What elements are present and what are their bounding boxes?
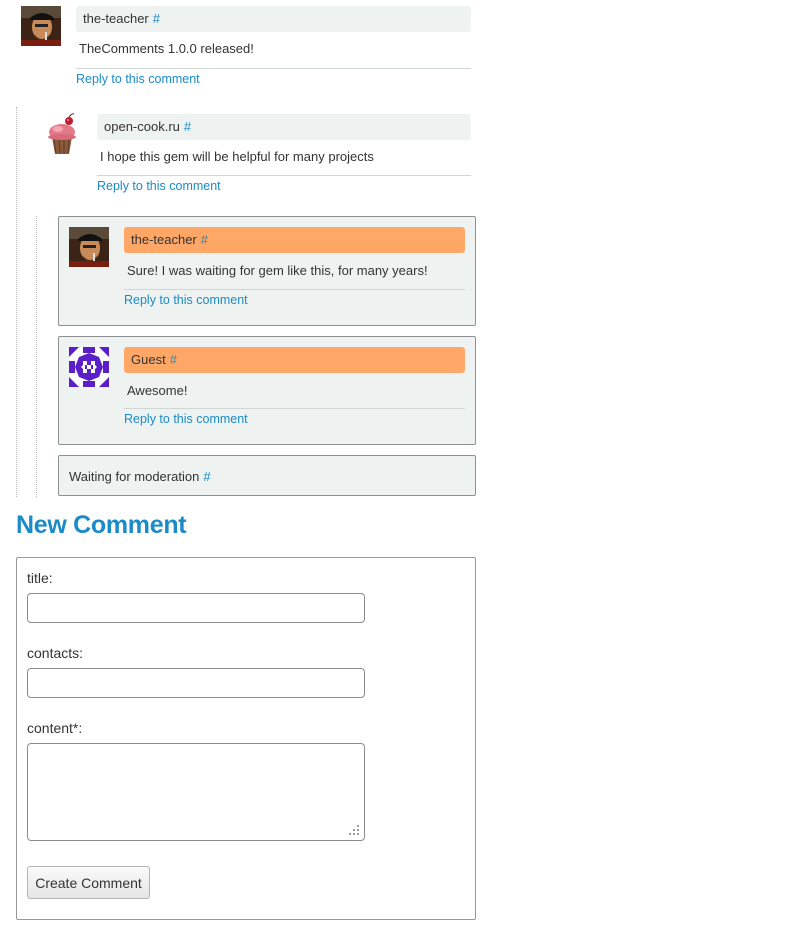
reply-link[interactable]: Reply to this comment: [124, 412, 248, 426]
comment-anchor-link[interactable]: #: [153, 11, 160, 26]
avatar: [69, 347, 109, 387]
comment-anchor-link[interactable]: #: [184, 119, 191, 134]
comment-text: I hope this gem will be helpful for many…: [100, 149, 374, 164]
comment-author: Guest: [131, 352, 166, 367]
teacher-avatar-icon: [21, 6, 61, 46]
avatar: [21, 6, 61, 46]
comment-text: Sure! I was waiting for gem like this, f…: [127, 263, 428, 278]
cupcake-avatar-icon: [48, 113, 76, 154]
title-input[interactable]: [27, 593, 365, 623]
comment-author: the-teacher: [83, 11, 149, 26]
moderation-text: Waiting for moderation: [69, 469, 200, 484]
contacts-label: contacts:: [27, 645, 84, 661]
avatar: [42, 113, 82, 154]
comment-author-bar: open-cook.ru #: [97, 114, 471, 140]
reply-link[interactable]: Reply to this comment: [97, 179, 221, 193]
moderation-notice: Waiting for moderation #: [58, 455, 476, 496]
comment-author: open-cook.ru: [104, 119, 180, 134]
moderation-anchor-link[interactable]: #: [203, 469, 210, 484]
contacts-input[interactable]: [27, 668, 365, 698]
comment-anchor-link[interactable]: #: [201, 232, 208, 247]
new-comment-heading: New Comment: [16, 511, 187, 539]
avatar: [69, 227, 109, 267]
comment-author-bar: the-teacher #: [76, 6, 471, 32]
comment-text: TheComments 1.0.0 released!: [79, 41, 254, 56]
comment-item: the-teacher # TheComments 1.0.0 released!…: [0, 0, 480, 90]
comment-author-bar: the-teacher #: [124, 227, 465, 253]
comment-author: the-teacher: [131, 232, 197, 247]
comment-author-bar: Guest #: [124, 347, 465, 373]
comment-anchor-link[interactable]: #: [170, 352, 177, 367]
divider: [124, 289, 465, 290]
divider: [76, 68, 471, 69]
divider: [124, 408, 465, 409]
reply-link[interactable]: Reply to this comment: [76, 72, 200, 86]
comment-item: the-teacher # Sure! I was waiting for gem…: [58, 216, 476, 326]
create-comment-button[interactable]: Create Comment: [27, 866, 150, 899]
teacher-avatar-icon: [69, 227, 109, 267]
moderation-text-row: Waiting for moderation #: [69, 469, 211, 484]
content-label: content*:: [27, 720, 83, 736]
thread-line: [36, 216, 37, 497]
comment-item: open-cook.ru # I hope this gem will be he…: [0, 107, 480, 207]
resize-grip-icon[interactable]: [349, 825, 360, 836]
new-comment-form: title: contacts: content*: Create Commen…: [16, 557, 476, 920]
divider: [97, 175, 471, 176]
comment-item: Guest # Awesome! Reply to this comment: [58, 336, 476, 445]
content-textarea[interactable]: [27, 743, 365, 841]
comment-text: Awesome!: [127, 383, 188, 398]
identicon-avatar-icon: [69, 347, 109, 387]
title-label: title:: [27, 570, 53, 586]
reply-link[interactable]: Reply to this comment: [124, 293, 248, 307]
